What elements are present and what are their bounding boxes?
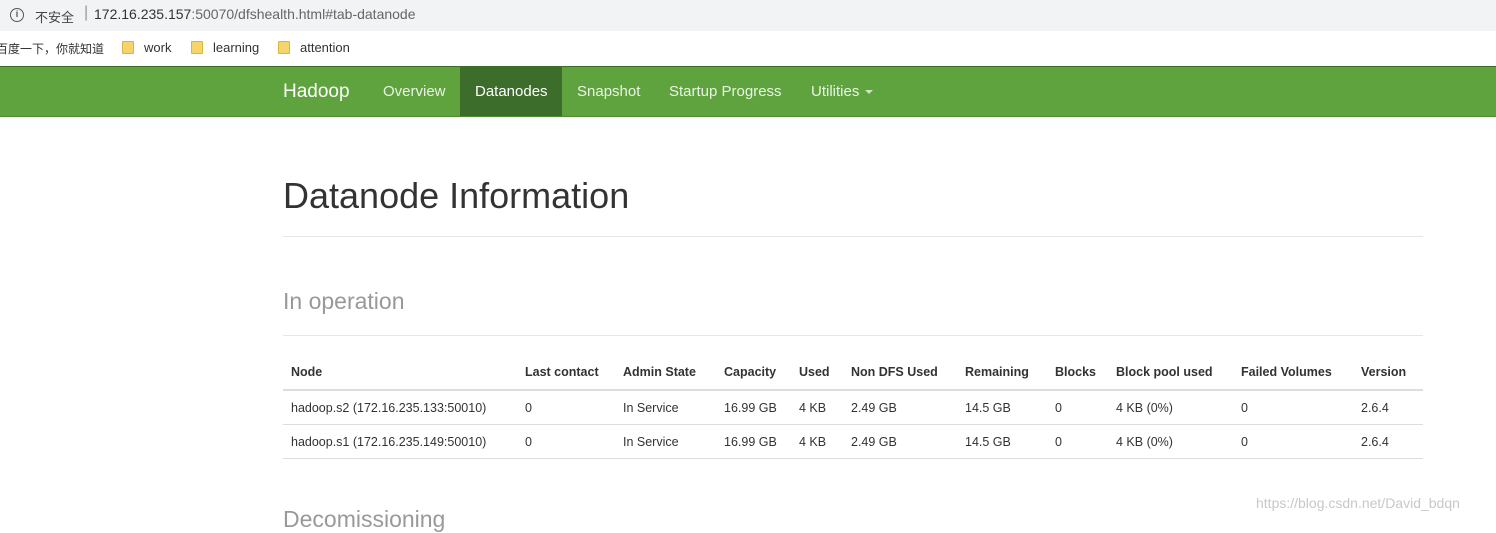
cell-used: 4 KB — [791, 424, 843, 459]
navbar: Hadoop Overview Datanodes Snapshot Start… — [0, 66, 1496, 117]
cell-capacity: 16.99 GB — [716, 424, 791, 459]
brand-hadoop[interactable]: Hadoop — [283, 81, 350, 103]
nav-utilities-label: Utilities — [811, 83, 860, 100]
cell-last-contact: 0 — [517, 424, 615, 459]
col-capacity[interactable]: Capacity — [716, 355, 791, 391]
col-used[interactable]: Used — [791, 355, 843, 391]
col-blocks[interactable]: Blocks — [1047, 355, 1108, 391]
cell-failed-volumes: 0 — [1233, 424, 1353, 459]
section-divider — [283, 335, 1423, 336]
info-icon[interactable]: i — [10, 8, 24, 22]
security-label[interactable]: 不安全 — [35, 7, 74, 26]
url-path: :50070/dfshealth.html#tab-datanode — [191, 6, 416, 22]
url-text[interactable]: 172.16.235.157:50070/dfshealth.html#tab-… — [94, 6, 416, 22]
table-header-row: Node Last contact Admin State Capacity U… — [283, 355, 1423, 391]
nav-snapshot[interactable]: Snapshot — [562, 67, 655, 116]
datanode-table: Node Last contact Admin State Capacity U… — [283, 355, 1423, 459]
col-admin-state[interactable]: Admin State — [615, 355, 716, 391]
col-node[interactable]: Node — [283, 355, 517, 391]
cell-non-dfs-used: 2.49 GB — [843, 390, 957, 425]
bookmark-learning[interactable]: learning — [191, 40, 259, 55]
bookmark-label: work — [144, 40, 172, 55]
nav-datanodes[interactable]: Datanodes — [460, 67, 562, 116]
table-row: hadoop.s1 (172.16.235.149:50010) 0 In Se… — [283, 424, 1423, 459]
bookmark-attention[interactable]: attention — [278, 40, 350, 55]
cell-node: hadoop.s2 (172.16.235.133:50010) — [283, 390, 517, 425]
folder-icon — [191, 41, 203, 54]
nav-utilities[interactable]: Utilities — [796, 67, 888, 116]
col-non-dfs-used[interactable]: Non DFS Used — [843, 355, 957, 391]
bookmarks-bar: 百度一下，你就知道 work learning attention — [0, 31, 1496, 65]
cell-blocks: 0 — [1047, 424, 1108, 459]
cell-remaining: 14.5 GB — [957, 390, 1047, 425]
cell-version: 2.6.4 — [1353, 390, 1423, 425]
col-failed-volumes[interactable]: Failed Volumes — [1233, 355, 1353, 391]
section-decommissioning: Decomissioning — [283, 506, 446, 532]
folder-icon — [122, 41, 134, 54]
cell-last-contact: 0 — [517, 390, 615, 425]
nav-startup-progress[interactable]: Startup Progress — [654, 67, 797, 116]
col-version[interactable]: Version — [1353, 355, 1423, 391]
cell-failed-volumes: 0 — [1233, 390, 1353, 425]
bookmark-label: attention — [300, 40, 350, 55]
caret-down-icon — [865, 90, 874, 95]
url-host: 172.16.235.157 — [94, 6, 192, 22]
col-remaining[interactable]: Remaining — [957, 355, 1047, 391]
address-separator: | — [84, 4, 89, 21]
watermark: https://blog.csdn.net/David_bdqn — [1256, 495, 1460, 511]
cell-block-pool-used: 4 KB (0%) — [1108, 390, 1233, 425]
cell-block-pool-used: 4 KB (0%) — [1108, 424, 1233, 459]
bookmark-label: learning — [213, 40, 260, 55]
cell-blocks: 0 — [1047, 390, 1108, 425]
nav-overview[interactable]: Overview — [368, 67, 461, 116]
cell-used: 4 KB — [791, 390, 843, 425]
table-row: hadoop.s2 (172.16.235.133:50010) 0 In Se… — [283, 390, 1423, 425]
address-bar[interactable]: i 不安全 | 172.16.235.157:50070/dfshealth.h… — [0, 0, 1496, 31]
cell-node: hadoop.s1 (172.16.235.149:50010) — [283, 424, 517, 459]
cell-non-dfs-used: 2.49 GB — [843, 424, 957, 459]
cell-admin-state: In Service — [615, 390, 716, 425]
page-title: Datanode Information — [283, 175, 630, 216]
cell-version: 2.6.4 — [1353, 424, 1423, 459]
cell-admin-state: In Service — [615, 424, 716, 459]
col-last-contact[interactable]: Last contact — [517, 355, 615, 391]
bookmark-work[interactable]: work — [122, 40, 171, 55]
cell-capacity: 16.99 GB — [716, 390, 791, 425]
col-block-pool-used[interactable]: Block pool used — [1108, 355, 1233, 391]
section-in-operation: In operation — [283, 288, 405, 314]
cell-remaining: 14.5 GB — [957, 424, 1047, 459]
title-divider — [283, 236, 1423, 237]
folder-icon — [278, 41, 290, 54]
bookmark-baidu[interactable]: 百度一下，你就知道 — [0, 40, 104, 57]
